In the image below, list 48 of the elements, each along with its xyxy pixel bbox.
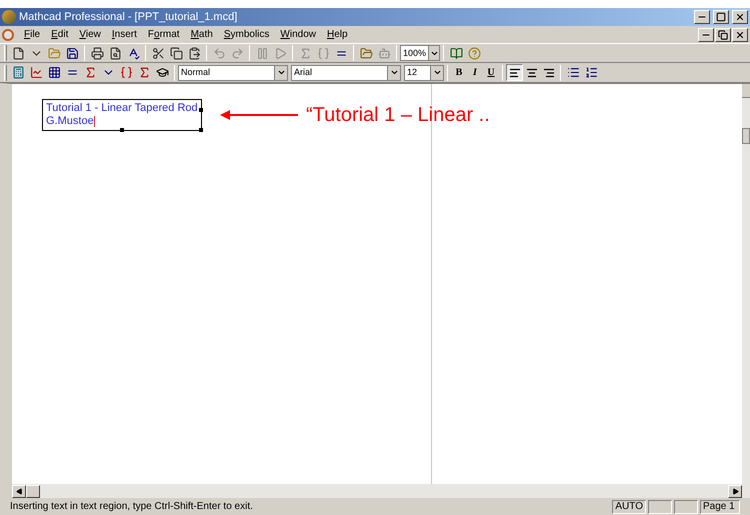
status-message: Inserting text in text region, type Ctrl-Shift-Enter to exit. — [10, 500, 254, 514]
menu-item[interactable]: Symbolics — [218, 27, 274, 42]
menu-item[interactable]: Edit — [46, 27, 74, 42]
menu-item[interactable]: Window — [275, 27, 321, 42]
restore-button[interactable] — [715, 28, 731, 42]
page-indicator: Page 1 — [700, 500, 740, 514]
align-right-icon — [542, 66, 554, 78]
vertical-scrollbar[interactable] — [742, 84, 750, 484]
status-panel — [648, 500, 672, 514]
italic-button[interactable]: I — [467, 65, 483, 80]
annotation-text: “Tutorial 1 – Linear .. — [306, 103, 490, 128]
bold-button[interactable]: B — [451, 65, 467, 80]
text-cursor — [94, 116, 95, 127]
align-center-icon — [526, 66, 538, 78]
style-dropdown[interactable]: Normal — [178, 64, 288, 80]
menu-item[interactable]: Format — [142, 27, 185, 42]
menu-item[interactable]: Insert — [106, 27, 142, 42]
horizontal-scrollbar[interactable] — [0, 484, 750, 498]
mode-indicator: AUTO — [612, 500, 646, 514]
close-icon — [735, 30, 745, 40]
maximize-icon — [716, 12, 726, 22]
close-button[interactable] — [732, 10, 748, 24]
text-line: Tutorial 1 - Linear Tapered Rod — [46, 102, 198, 115]
minimize-button[interactable] — [694, 10, 710, 24]
scroll-thumb[interactable] — [26, 484, 40, 498]
menu-item[interactable]: File — [19, 27, 46, 42]
font-dropdown[interactable]: Arial — [291, 64, 401, 80]
text-region[interactable]: Tutorial 1 - Linear Tapered Rod G.Mustoe — [42, 99, 202, 131]
align-left-icon — [508, 66, 520, 78]
menu-item[interactable]: Help — [322, 27, 353, 42]
arrow-icon — [220, 110, 298, 120]
close-button[interactable] — [732, 28, 748, 42]
underline-button[interactable]: U — [483, 65, 499, 80]
maximize-button[interactable] — [713, 10, 729, 24]
scroll-right-icon[interactable] — [732, 488, 738, 494]
text-line: G.Mustoe — [46, 115, 94, 128]
close-icon — [735, 12, 745, 22]
minimize-button[interactable] — [698, 28, 714, 42]
restore-icon — [718, 30, 728, 40]
app-logo-icon — [2, 10, 16, 24]
menu-item[interactable]: Math — [186, 27, 218, 42]
font-size-dropdown[interactable]: 12 — [404, 64, 444, 80]
align-left-button[interactable] — [506, 64, 523, 81]
scroll-left-icon[interactable] — [16, 488, 22, 494]
menu-item[interactable]: View — [74, 27, 106, 42]
window-title: Mathcad Professional - [PPT_tutorial_1.mcd] — [19, 10, 238, 25]
zoom-dropdown[interactable]: 100% — [400, 45, 440, 61]
status-panel — [674, 500, 698, 514]
